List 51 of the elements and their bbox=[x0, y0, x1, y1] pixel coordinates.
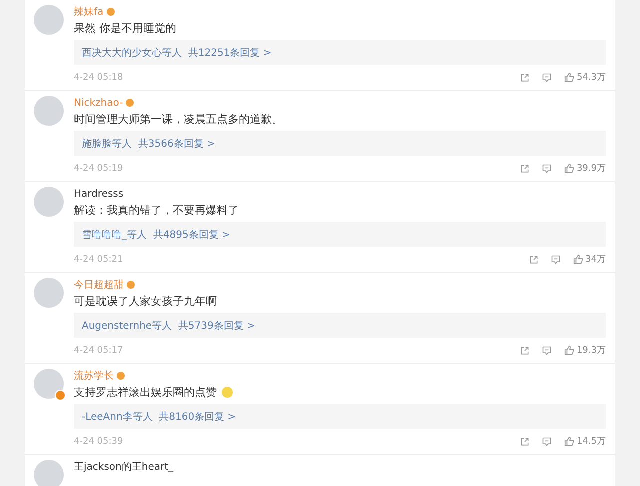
user-name[interactable]: 流苏学长 bbox=[74, 369, 114, 383]
share-icon[interactable] bbox=[520, 72, 530, 82]
like-count: 14.5万 bbox=[576, 436, 606, 448]
like-count: 54.3万 bbox=[576, 72, 606, 84]
thumbs-up-icon[interactable] bbox=[564, 345, 575, 356]
timestamp: 4-24 05:17 bbox=[74, 346, 124, 356]
thumbs-up-icon[interactable] bbox=[564, 72, 575, 83]
comment-text: 解读：我真的错了，不要再爆料了 bbox=[74, 202, 239, 218]
comment-text: 可是耽误了人家女孩子九年啊 bbox=[74, 294, 217, 308]
timestamp: 4-24 05:21 bbox=[74, 254, 124, 264]
timestamp: 4-24 05:19 bbox=[74, 164, 124, 174]
share-icon[interactable] bbox=[520, 436, 530, 446]
avatar[interactable] bbox=[34, 460, 64, 486]
share-icon[interactable] bbox=[528, 254, 539, 264]
avatar[interactable] bbox=[34, 278, 64, 308]
replies-link[interactable]: -LeeAnn李等人 共8160条回复 > bbox=[82, 410, 236, 424]
comment-icon[interactable] bbox=[542, 436, 552, 446]
user-name[interactable]: 辣妹fa bbox=[74, 5, 104, 19]
user-name[interactable]: 今日超超甜 bbox=[74, 278, 124, 292]
member-badge-icon bbox=[127, 281, 135, 289]
comment-icon[interactable] bbox=[542, 164, 552, 174]
comment-icon[interactable] bbox=[550, 254, 561, 264]
like-count: 34万 bbox=[586, 254, 606, 266]
avatar[interactable] bbox=[34, 96, 64, 126]
thumbs-up-icon[interactable] bbox=[572, 254, 584, 265]
avatar[interactable] bbox=[34, 369, 64, 399]
avatar[interactable] bbox=[34, 187, 64, 217]
replies-link[interactable]: 西决大大的少女心等人 共12251条回复 > bbox=[82, 46, 272, 60]
member-badge-icon bbox=[126, 99, 134, 107]
replies-link[interactable]: 施脸脸等人 共3566条回复 > bbox=[82, 136, 216, 150]
comment-icon[interactable] bbox=[542, 346, 552, 356]
replies-link[interactable]: 雪噜噜噜_等人 共4895条回复 > bbox=[82, 228, 230, 242]
replies-link[interactable]: Augensternhe等人 共5739条回复 > bbox=[82, 318, 256, 332]
like-count: 19.3万 bbox=[576, 345, 606, 357]
avatar[interactable] bbox=[34, 5, 64, 35]
comment-text: 时间管理大师第一课，凌晨五点多的道歉。 bbox=[74, 112, 283, 126]
thumbs-up-icon[interactable] bbox=[564, 163, 575, 174]
comment-icon[interactable] bbox=[542, 72, 552, 82]
timestamp: 4-24 05:18 bbox=[74, 72, 124, 82]
comment-text: 支持罗志祥滚出娱乐圈的点赞 bbox=[74, 384, 217, 400]
share-icon[interactable] bbox=[520, 346, 530, 356]
thumbs-up-icon[interactable] bbox=[564, 436, 575, 447]
comment-text: 果然 你是不用睡觉的 bbox=[74, 20, 176, 36]
user-name[interactable]: 王jackson的王heart_ bbox=[74, 460, 174, 474]
member-badge-icon bbox=[117, 372, 125, 380]
like-count: 39.9万 bbox=[576, 163, 606, 175]
member-badge-icon bbox=[106, 8, 115, 16]
user-name[interactable]: Nickzhao- bbox=[74, 98, 124, 108]
timestamp: 4-24 05:39 bbox=[74, 436, 124, 446]
share-icon[interactable] bbox=[520, 164, 530, 174]
user-name[interactable]: Hardresss bbox=[74, 188, 124, 200]
